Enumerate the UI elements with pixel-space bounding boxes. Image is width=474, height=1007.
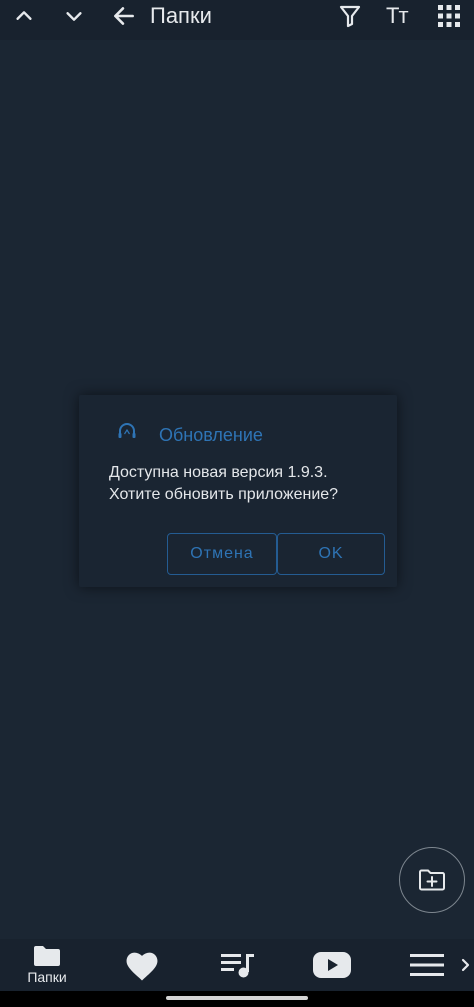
text-size-icon[interactable]: Тт [386,2,408,30]
chevron-right-icon[interactable] [460,955,472,975]
nav-item-youtube[interactable] [302,939,362,991]
system-navigation-bar [0,991,474,1007]
dialog-message-line: Доступна новая версия 1.9.3. [109,464,328,481]
chevron-down-icon[interactable] [58,0,90,32]
back-button[interactable] [108,0,140,32]
dialog-message: Доступна новая версия 1.9.3. Хотите обно… [109,462,389,506]
bottom-navigation: Папки [0,939,474,991]
folder-icon [34,946,60,966]
nav-item-favorites[interactable] [112,939,172,991]
nav-item-label: Папки [27,969,67,985]
grid-icon[interactable] [434,0,464,32]
nav-item-folders[interactable]: Папки [14,939,80,991]
folder-add-icon [419,869,445,891]
top-toolbar: Папки Тт [0,0,474,40]
dialog-message-line: Хотите обновить приложение? [109,486,339,503]
ok-button[interactable]: OK [277,533,385,575]
app-screen: Папки Тт Обновление Доступна новая верси… [0,0,474,1007]
update-dialog: Обновление Доступна новая версия 1.9.3. … [79,395,397,587]
heart-icon [126,952,158,981]
add-folder-button[interactable] [399,847,465,913]
dialog-title: Обновление [159,425,263,445]
youtube-icon [313,952,351,978]
arrow-left-icon [114,7,134,25]
cancel-button[interactable]: Отмена [167,533,277,575]
page-title: Папки [150,3,212,28]
nav-item-playlists[interactable] [208,939,268,991]
filter-icon[interactable] [336,0,364,32]
playlist-icon [221,954,254,978]
headphones-icon [115,419,139,443]
nav-item-menu[interactable] [398,939,456,991]
home-indicator[interactable] [166,996,308,1000]
chevron-up-icon[interactable] [8,0,40,32]
menu-icon [410,954,444,976]
